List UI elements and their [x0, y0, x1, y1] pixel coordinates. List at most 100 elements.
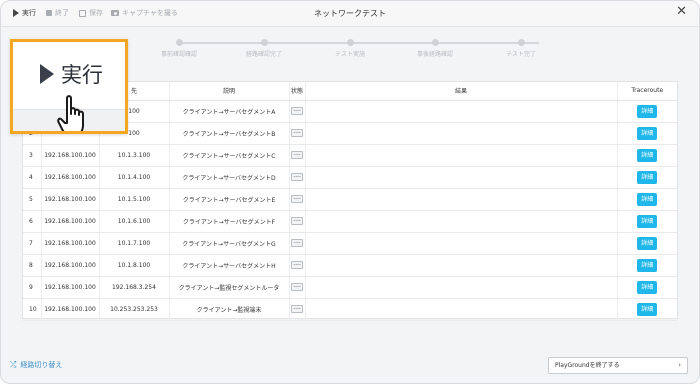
pointer-hand-icon — [57, 95, 84, 131]
cell-result — [305, 100, 618, 123]
step-dot — [346, 39, 354, 46]
detail-button[interactable]: 詳細 — [637, 104, 658, 118]
step-4: 事後経路確認 — [395, 37, 475, 58]
cell-description: クライアント→サーバセグメントE — [169, 188, 290, 211]
zoom-callout: 実行 — [10, 39, 128, 134]
cell-no: 6 — [23, 210, 42, 233]
cell-status: ---- — [289, 122, 306, 145]
table-row: 6 192.168.100.100 10.1.6.100 クライアント→サーバセグメン… — [23, 210, 677, 233]
cell-no: 9 — [23, 276, 42, 299]
status-badge: ---- — [291, 107, 303, 115]
cell-traceroute: 詳細 — [617, 276, 677, 299]
cell-status: ---- — [289, 298, 306, 321]
cell-destination: 10.1.4.100 — [99, 166, 170, 189]
detail-button[interactable]: 詳細 — [637, 170, 658, 184]
cell-description: クライアント→監視セグメントルータ — [169, 276, 290, 299]
chevron-right-icon: › — [678, 361, 681, 369]
toolbar: 実行 終了 保存 キャプチャを撮る ネットワークテスト ✕ — [1, 1, 699, 27]
table-row: 7 192.168.100.100 10.1.7.100 クライアント→サーバセグメン… — [23, 232, 677, 255]
window-title: ネットワークテスト — [314, 9, 386, 18]
route-toggle-link[interactable]: ⤮ 経路切り替え — [10, 360, 62, 370]
cell-description: クライアント→サーバセグメントH — [169, 254, 290, 277]
cell-traceroute: 詳細 — [617, 188, 677, 211]
cell-traceroute: 詳細 — [617, 232, 677, 255]
status-badge: ---- — [291, 173, 303, 181]
detail-button[interactable]: 詳細 — [637, 192, 658, 206]
detail-button[interactable]: 詳細 — [637, 214, 658, 228]
cell-source: 192.168.100.100 — [41, 188, 100, 211]
step-1: 事前確認確認 — [139, 37, 219, 58]
cell-result — [305, 188, 618, 211]
cell-destination: 10.1.3.100 — [99, 144, 170, 167]
cell-source: 192.168.100.100 — [41, 254, 100, 277]
cell-result — [305, 232, 618, 255]
cell-destination: 10.1.5.100 — [99, 188, 170, 211]
cell-traceroute: 詳細 — [617, 122, 677, 145]
callout-run-label: 実行 — [61, 63, 103, 87]
cell-result — [305, 298, 618, 321]
table-row: 9 192.168.100.100 192.168.3.254 クライアント→監視セグ… — [23, 276, 677, 299]
cell-description: クライアント→サーバセグメントB — [169, 122, 290, 145]
cell-status: ---- — [289, 100, 306, 123]
cell-status: ---- — [289, 166, 306, 189]
status-badge: ---- — [291, 261, 303, 269]
cell-traceroute: 詳細 — [617, 298, 677, 321]
cell-destination: 10.253.253.253 — [99, 298, 170, 321]
cell-no: 3 — [23, 144, 42, 167]
end-playground-label: PlayGroundを終了する — [555, 362, 620, 369]
cell-traceroute: 詳細 — [617, 144, 677, 167]
cell-traceroute: 詳細 — [617, 210, 677, 233]
step-label: 経路確認完了 — [245, 51, 282, 58]
step-label: テスト完了 — [505, 51, 536, 58]
cell-no: 4 — [23, 166, 42, 189]
detail-button[interactable]: 詳細 — [637, 280, 658, 294]
network-test-window: 実行 終了 保存 キャプチャを撮る ネットワークテスト ✕ 事前確認確認 経路確… — [0, 0, 700, 384]
cell-no: 8 — [23, 254, 42, 277]
cell-status: ---- — [289, 188, 306, 211]
detail-button[interactable]: 詳細 — [637, 126, 658, 140]
status-badge: ---- — [291, 305, 303, 313]
step-5: テスト完了 — [481, 37, 561, 58]
step-label: 事前確認確認 — [160, 51, 197, 58]
cell-status: ---- — [289, 144, 306, 167]
detail-button[interactable]: 詳細 — [637, 258, 658, 272]
cell-source: 192.168.100.100 — [41, 166, 100, 189]
cell-result — [305, 144, 618, 167]
table-row: 8 192.168.100.100 10.1.8.100 クライアント→サーバセグメン… — [23, 254, 677, 277]
cell-status: ---- — [289, 254, 306, 277]
route-toggle-label: 経路切り替え — [20, 361, 63, 369]
detail-button[interactable]: 詳細 — [637, 302, 658, 316]
detail-button[interactable]: 詳細 — [637, 236, 658, 250]
cell-status: ---- — [289, 210, 306, 233]
status-badge: ---- — [291, 129, 303, 137]
status-badge: ---- — [291, 283, 303, 291]
cell-destination: 192.168.3.254 — [99, 276, 170, 299]
cell-result — [305, 254, 618, 277]
table-row: 5 192.168.100.100 10.1.5.100 クライアント→サーバセグメン… — [23, 188, 677, 211]
cell-description: クライアント→サーバセグメントC — [169, 144, 290, 167]
detail-button[interactable]: 詳細 — [637, 148, 658, 162]
cell-destination: 10.1.6.100 — [99, 210, 170, 233]
status-badge: ---- — [291, 151, 303, 159]
cell-source: 192.168.100.100 — [41, 232, 100, 255]
close-icon[interactable]: ✕ — [676, 5, 687, 18]
cell-status: ---- — [289, 232, 306, 255]
cell-traceroute: 詳細 — [617, 254, 677, 277]
table-row: 10 192.168.100.100 10.253.253.253 クライアント→監視… — [23, 298, 677, 321]
status-badge: ---- — [291, 217, 303, 225]
table-row: 3 192.168.100.100 10.1.3.100 クライアント→サーバセグメン… — [23, 144, 677, 167]
header-result: 結果 — [305, 82, 618, 101]
step-dot — [431, 39, 439, 46]
end-playground-button[interactable]: PlayGroundを終了する › — [548, 357, 688, 374]
progress-stepper: 事前確認確認 経路確認完了 テスト実施 事後経路確認 テスト完了 — [161, 37, 561, 61]
play-icon — [40, 64, 54, 84]
step-dot — [260, 39, 268, 46]
step-label: 事後経路確認 — [416, 51, 453, 58]
header-description: 説明 — [169, 82, 290, 101]
cell-result — [305, 122, 618, 145]
header-traceroute: Traceroute — [617, 82, 677, 101]
step-label: テスト実施 — [334, 51, 365, 58]
cell-description: クライアント→監視端末 — [169, 298, 290, 321]
cell-description: クライアント→サーバセグメントG — [169, 232, 290, 255]
cell-result — [305, 210, 618, 233]
